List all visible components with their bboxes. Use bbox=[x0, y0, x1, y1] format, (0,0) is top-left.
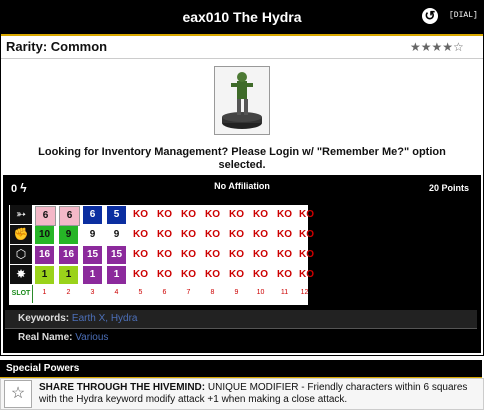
dial-cell: 15 bbox=[83, 246, 102, 264]
damage-icon: ✸ bbox=[10, 265, 32, 284]
dial-cell: KO bbox=[157, 209, 172, 220]
dial-cell: 6 bbox=[35, 206, 56, 226]
realname-row: Real Name: Various bbox=[5, 329, 477, 349]
dial-link[interactable]: [DIAL] bbox=[449, 11, 478, 20]
dial-cell: 16 bbox=[59, 246, 78, 264]
dial-cell: 16 bbox=[35, 246, 54, 264]
slot-number: 9 bbox=[234, 289, 239, 296]
dial-cell: 1 bbox=[83, 266, 102, 284]
dial-cell: KO bbox=[277, 209, 292, 220]
dial-cell: KO bbox=[133, 229, 148, 240]
dial-cell: KO bbox=[133, 209, 148, 220]
slot-number: 10 bbox=[256, 289, 265, 296]
dial-cell: 1 bbox=[107, 266, 126, 284]
dial-cell: KO bbox=[277, 269, 292, 280]
slot-number: 1 bbox=[42, 289, 47, 296]
dial-cell: 6 bbox=[59, 206, 80, 226]
dial-cell: KO bbox=[157, 229, 172, 240]
dial-cell: KO bbox=[229, 209, 244, 220]
rarity-row: Rarity: Common ★★★★☆ bbox=[1, 36, 483, 59]
slot-number: 2 bbox=[66, 289, 71, 296]
slot-label: SLOT bbox=[10, 285, 33, 303]
keywords-label-text: Keywords: bbox=[18, 313, 70, 324]
unit-title: eax010 The Hydra bbox=[182, 9, 302, 25]
dial-cell: 9 bbox=[89, 229, 96, 240]
points: 20 Points bbox=[428, 183, 469, 193]
dial-cell: 15 bbox=[107, 246, 126, 264]
slot-number: 5 bbox=[138, 289, 143, 296]
title-bar: eax010 The Hydra ↺ [DIAL] bbox=[1, 1, 483, 36]
slot-number: 11 bbox=[280, 289, 289, 296]
keywords-row: Keywords: Earth X, Hydra bbox=[5, 310, 477, 329]
slot-number: 6 bbox=[162, 289, 167, 296]
dial-cell: KO bbox=[133, 249, 148, 260]
rating-stars: ★★★★☆ bbox=[410, 40, 464, 54]
dial-cell: KO bbox=[253, 269, 268, 280]
dial-cell: KO bbox=[181, 209, 196, 220]
slot-number: 8 bbox=[210, 289, 215, 296]
keywords-value[interactable]: Earth X, Hydra bbox=[72, 313, 138, 324]
dial-cell: KO bbox=[229, 229, 244, 240]
special-powers-title: Special Powers bbox=[6, 363, 80, 374]
dial-cell: KO bbox=[253, 209, 268, 220]
combat-dial: ➳ ✊ ⬡ ✸ 6 6 6 5 KO KO KO KO KO KO KO KO … bbox=[9, 205, 314, 305]
keywords-label: Keywords: Earth X, Hydra bbox=[18, 313, 138, 324]
dial-cell: KO bbox=[229, 269, 244, 280]
dial-cell: KO bbox=[181, 269, 196, 280]
dial-cell: KO bbox=[299, 269, 314, 280]
dial-panel: 0 ϟ No Affiliation 20 Points ➳ ✊ ⬡ ✸ 6 6… bbox=[3, 175, 481, 353]
dial-cell: KO bbox=[205, 229, 220, 240]
dial-cell: KO bbox=[229, 249, 244, 260]
dial-cell: 6 bbox=[83, 206, 102, 224]
dial-cell: 1 bbox=[59, 266, 78, 284]
dial-cell: KO bbox=[133, 269, 148, 280]
realname-value: Various bbox=[75, 332, 109, 343]
realname-label: Real Name: Various bbox=[18, 332, 108, 343]
dial-cell: 10 bbox=[35, 226, 54, 244]
login-message: Looking for Inventory Management? Please… bbox=[38, 146, 446, 171]
dial-cell: KO bbox=[299, 249, 314, 260]
slot-number: 4 bbox=[114, 289, 119, 296]
dial-cell: KO bbox=[157, 269, 172, 280]
special-power-row: ☆ SHARE THROUGH THE HIVEMIND: UNIQUE MOD… bbox=[0, 378, 484, 410]
affiliation: No Affiliation bbox=[214, 181, 270, 191]
star-icon: ☆ bbox=[4, 380, 32, 408]
dial-cell: KO bbox=[277, 229, 292, 240]
attack-icon: ✊ bbox=[10, 225, 32, 244]
dial-cell: KO bbox=[299, 229, 314, 240]
speed-icon: ➳ bbox=[10, 205, 32, 224]
dial-cell: 9 bbox=[113, 229, 120, 240]
dial-cell: KO bbox=[253, 229, 268, 240]
dial-cell: KO bbox=[299, 209, 314, 220]
defense-icon: ⬡ bbox=[10, 245, 32, 264]
dial-cell: KO bbox=[157, 249, 172, 260]
figure-image bbox=[214, 66, 270, 135]
dial-cell: KO bbox=[205, 249, 220, 260]
dial-cell: KO bbox=[205, 209, 220, 220]
rarity-text: Rarity: Common bbox=[6, 39, 108, 54]
dial-cell: KO bbox=[253, 249, 268, 260]
dial-cell: 9 bbox=[59, 226, 78, 244]
undo-icon[interactable]: ↺ bbox=[422, 8, 438, 24]
special-power-text: SHARE THROUGH THE HIVEMIND: UNIQUE MODIF… bbox=[39, 382, 479, 406]
special-power-name: SHARE THROUGH THE HIVEMIND: bbox=[39, 382, 206, 393]
slot-number: 7 bbox=[186, 289, 191, 296]
special-powers-header: Special Powers bbox=[0, 360, 482, 378]
dial-cell: KO bbox=[181, 229, 196, 240]
realname-label-text: Real Name: bbox=[18, 332, 73, 343]
dial-cell: KO bbox=[181, 249, 196, 260]
unit-card: eax010 The Hydra ↺ [DIAL] Rarity: Common… bbox=[0, 0, 484, 356]
dial-cell: KO bbox=[277, 249, 292, 260]
dial-cell: KO bbox=[205, 269, 220, 280]
dial-cell: 5 bbox=[107, 206, 126, 224]
slot-number: 12 bbox=[300, 289, 309, 296]
dial-cell: 1 bbox=[35, 266, 54, 284]
slot-number: 3 bbox=[90, 289, 95, 296]
